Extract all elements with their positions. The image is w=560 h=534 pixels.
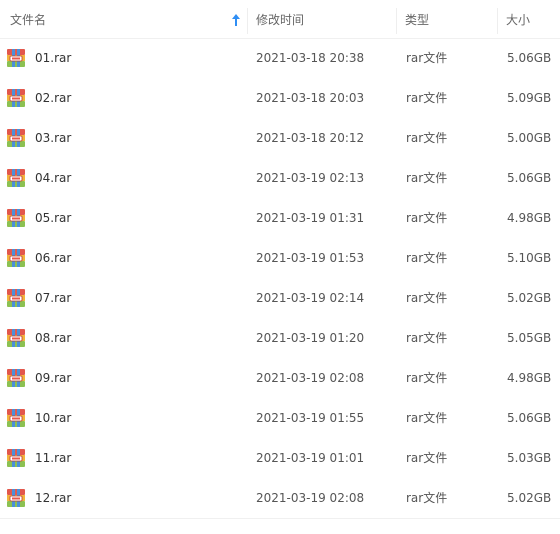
file-row[interactable]: 07.rar 2021-03-19 02:14 rar文件 5.02GB: [0, 278, 560, 318]
file-modified: 2021-03-18 20:38: [256, 51, 365, 65]
file-row[interactable]: 08.rar 2021-03-19 01:20 rar文件 5.05GB: [0, 318, 560, 358]
file-type: rar文件: [406, 211, 448, 225]
file-size: 5.10GB: [507, 251, 552, 265]
file-modified: 2021-03-19 02:14: [256, 291, 365, 305]
file-rows: 01.rar 2021-03-18 20:38 rar文件 5.06GB 02.…: [0, 38, 560, 518]
file-name[interactable]: 12.rar: [35, 478, 71, 518]
column-header-type[interactable]: 类型: [397, 0, 497, 38]
file-size: 5.06GB: [507, 51, 552, 65]
file-modified: 2021-03-19 02:08: [256, 371, 365, 385]
file-size: 4.98GB: [507, 211, 552, 225]
file-type: rar文件: [406, 51, 448, 65]
file-size: 5.09GB: [507, 91, 552, 105]
file-name[interactable]: 08.rar: [35, 318, 71, 358]
file-size: 4.98GB: [507, 371, 552, 385]
column-header: 文件名 修改时间 类型 大小: [0, 0, 560, 39]
file-name[interactable]: 04.rar: [35, 158, 71, 198]
archive-rar-icon: [7, 169, 25, 187]
file-row[interactable]: 02.rar 2021-03-18 20:03 rar文件 5.09GB: [0, 78, 560, 118]
file-size: 5.00GB: [507, 131, 552, 145]
file-type: rar文件: [406, 451, 448, 465]
archive-rar-icon: [7, 449, 25, 467]
archive-rar-icon: [7, 289, 25, 307]
file-type: rar文件: [406, 291, 448, 305]
column-header-size[interactable]: 大小: [498, 0, 560, 38]
file-row[interactable]: 09.rar 2021-03-19 02:08 rar文件 4.98GB: [0, 358, 560, 398]
file-name[interactable]: 03.rar: [35, 118, 71, 158]
file-name[interactable]: 07.rar: [35, 278, 71, 318]
file-row[interactable]: 10.rar 2021-03-19 01:55 rar文件 5.06GB: [0, 398, 560, 438]
archive-rar-icon: [7, 89, 25, 107]
archive-rar-icon: [7, 329, 25, 347]
file-modified: 2021-03-18 20:03: [256, 91, 365, 105]
file-name[interactable]: 06.rar: [35, 238, 71, 278]
file-name[interactable]: 05.rar: [35, 198, 71, 238]
file-size: 5.02GB: [507, 291, 552, 305]
file-name[interactable]: 01.rar: [35, 38, 71, 78]
file-size: 5.03GB: [507, 451, 552, 465]
file-row[interactable]: 04.rar 2021-03-19 02:13 rar文件 5.06GB: [0, 158, 560, 198]
file-row[interactable]: 12.rar 2021-03-19 02:08 rar文件 5.02GB: [0, 478, 560, 518]
file-size: 5.06GB: [507, 411, 552, 425]
file-name[interactable]: 10.rar: [35, 398, 71, 438]
file-name[interactable]: 11.rar: [35, 438, 71, 478]
file-name[interactable]: 02.rar: [35, 78, 71, 118]
file-row[interactable]: 05.rar 2021-03-19 01:31 rar文件 4.98GB: [0, 198, 560, 238]
file-modified: 2021-03-19 02:08: [256, 491, 365, 505]
column-header-name-label: 文件名: [10, 13, 47, 27]
file-modified: 2021-03-19 01:01: [256, 451, 365, 465]
column-header-modified-label: 修改时间: [256, 13, 305, 27]
column-header-type-label: 类型: [405, 13, 430, 27]
column-header-name[interactable]: 文件名: [0, 0, 247, 38]
file-size: 5.02GB: [507, 491, 552, 505]
file-modified: 2021-03-19 01:55: [256, 411, 365, 425]
list-bottom-divider: [0, 518, 560, 519]
file-modified: 2021-03-19 02:13: [256, 171, 365, 185]
archive-rar-icon: [7, 209, 25, 227]
archive-rar-icon: [7, 49, 25, 67]
file-modified: 2021-03-19 01:31: [256, 211, 365, 225]
file-type: rar文件: [406, 91, 448, 105]
file-modified: 2021-03-18 20:12: [256, 131, 365, 145]
file-row[interactable]: 11.rar 2021-03-19 01:01 rar文件 5.03GB: [0, 438, 560, 478]
archive-rar-icon: [7, 369, 25, 387]
file-modified: 2021-03-19 01:20: [256, 331, 365, 345]
file-row[interactable]: 03.rar 2021-03-18 20:12 rar文件 5.00GB: [0, 118, 560, 158]
file-size: 5.05GB: [507, 331, 552, 345]
file-type: rar文件: [406, 491, 448, 505]
file-name[interactable]: 09.rar: [35, 358, 71, 398]
archive-rar-icon: [7, 129, 25, 147]
file-type: rar文件: [406, 371, 448, 385]
file-modified: 2021-03-19 01:53: [256, 251, 365, 265]
file-type: rar文件: [406, 411, 448, 425]
archive-rar-icon: [7, 409, 25, 427]
file-type: rar文件: [406, 171, 448, 185]
file-row[interactable]: 06.rar 2021-03-19 01:53 rar文件 5.10GB: [0, 238, 560, 278]
file-row[interactable]: 01.rar 2021-03-18 20:38 rar文件 5.06GB: [0, 38, 560, 78]
file-type: rar文件: [406, 131, 448, 145]
column-header-size-label: 大小: [506, 13, 531, 27]
file-list: 文件名 修改时间 类型 大小 01.rar 2021-03-18 20:38 r…: [0, 0, 560, 534]
file-size: 5.06GB: [507, 171, 552, 185]
file-type: rar文件: [406, 251, 448, 265]
column-header-modified[interactable]: 修改时间: [248, 0, 396, 38]
file-type: rar文件: [406, 331, 448, 345]
arrow-up-icon[interactable]: [231, 13, 241, 27]
archive-rar-icon: [7, 489, 25, 507]
archive-rar-icon: [7, 249, 25, 267]
